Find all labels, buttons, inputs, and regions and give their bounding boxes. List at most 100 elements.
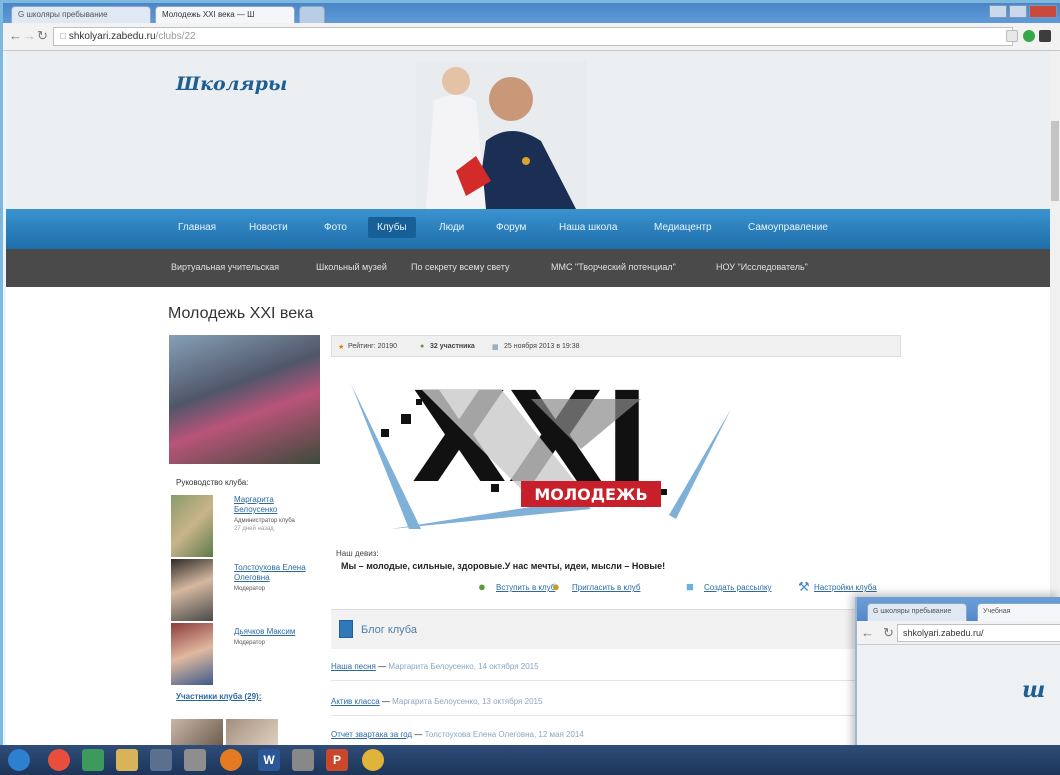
member-avatar[interactable] <box>226 719 278 748</box>
subnav-item-mms[interactable]: ММС "Творческий потенциал" <box>551 262 676 272</box>
leader-name-link[interactable]: Маргарита Белоусенко <box>234 495 304 515</box>
divider <box>331 715 901 716</box>
leader-role: Модератор <box>234 640 266 646</box>
club-info-bar: ★ Рейтинг: 20190 ● 32 участника ▦ 25 ноя… <box>331 335 901 357</box>
window-controls <box>989 5 1057 18</box>
forward-arrow-icon[interactable]: → <box>23 28 36 43</box>
overlay-url-input[interactable]: shkolyari.zabedu.ru/ <box>897 624 1060 642</box>
tab-club-page[interactable]: Молодежь XXI века — Ш <box>155 6 295 23</box>
overlay-url-text: shkolyari.zabedu.ru/ <box>903 628 984 638</box>
nav-item-forum[interactable]: Форум <box>496 222 526 233</box>
invite-icon: ● <box>552 579 560 594</box>
members-link[interactable]: Участники клуба (29): <box>176 692 261 701</box>
main-navigation: Главная Новости Фото Клубы Люди Форум На… <box>6 209 1060 249</box>
leader-name-link[interactable]: Дьячков Максим <box>234 627 314 637</box>
nav-item-photo[interactable]: Фото <box>324 222 347 233</box>
chrome-active-taskbar-icon[interactable] <box>362 749 384 771</box>
subnav-item-nou[interactable]: НОУ "Исследователь" <box>716 262 808 272</box>
club-photo <box>169 335 320 464</box>
mailing-icon: ■ <box>686 579 694 594</box>
nav-item-our-school[interactable]: Наша школа <box>559 222 617 233</box>
join-club-icon: ● <box>478 579 486 594</box>
site-logo[interactable]: Школяры <box>176 73 287 95</box>
nav-item-media-center[interactable]: Медиацентр <box>654 222 712 233</box>
blog-title[interactable]: Блог клуба <box>361 624 417 636</box>
overlay-tab-active[interactable]: Учебная <box>977 603 1060 621</box>
extension-icon[interactable] <box>1023 30 1035 42</box>
url-path: /clubs/22 <box>155 31 196 42</box>
participants-icon: ● <box>420 343 425 350</box>
media-taskbar-icon[interactable] <box>150 749 172 771</box>
word-taskbar-icon[interactable]: W <box>258 749 280 771</box>
back-arrow-icon[interactable]: ← <box>861 625 874 640</box>
blog-post-meta: Маргарита Белоусенко, 13 октября 2015 <box>392 697 543 706</box>
tab-search[interactable]: G школяры пребывание <box>11 6 151 23</box>
maximize-button[interactable] <box>1009 5 1027 18</box>
new-tab-button[interactable] <box>299 6 325 23</box>
nav-item-people[interactable]: Люди <box>439 222 464 233</box>
subnav-item-secret[interactable]: По секрету всему свету <box>411 262 509 272</box>
subnav-item-school-museum[interactable]: Школьный музей <box>316 262 387 272</box>
app-taskbar-icon[interactable] <box>292 749 314 771</box>
reload-icon[interactable]: ↻ <box>37 28 48 44</box>
back-arrow-icon[interactable]: ← <box>9 28 22 43</box>
calendar-icon: ▦ <box>492 344 499 351</box>
leader-role: Администратор клуба <box>234 518 295 524</box>
nav-item-clubs[interactable]: Клубы <box>368 217 416 238</box>
header-photo <box>416 61 586 209</box>
app-taskbar-icon[interactable] <box>184 749 206 771</box>
participants-count[interactable]: 32 участника <box>430 343 475 350</box>
rating-star-icon: ★ <box>338 344 345 351</box>
reload-icon[interactable]: ↻ <box>883 625 894 641</box>
subnav-item-virtual-teachers[interactable]: Виртуальная учительская <box>171 262 279 272</box>
avatar[interactable] <box>171 559 213 621</box>
nav-item-home[interactable]: Главная <box>178 222 216 233</box>
leadership-heading: Руководство клуба: <box>176 478 249 487</box>
overlay-tab-bar: G школяры пребывание Учебная <box>857 597 1060 621</box>
close-button[interactable] <box>1029 5 1057 18</box>
powerpoint-taskbar-icon[interactable]: P <box>326 749 348 771</box>
club-settings-link[interactable]: Настройки клуба <box>814 583 877 592</box>
tab-label: G школяры пребывание <box>18 10 108 19</box>
club-banner-logo: XXI МОЛОДЕЖЬ <box>351 369 731 529</box>
tab-label: Молодежь XXI века — Ш <box>162 10 255 19</box>
explorer-taskbar-icon[interactable] <box>116 749 138 771</box>
blog-post: Отчет звартака за год — Толстоухова Елен… <box>331 730 584 739</box>
nav-item-self-government[interactable]: Самоуправление <box>748 222 828 233</box>
url-host: shkolyari.zabedu.ru <box>68 31 156 42</box>
invite-link[interactable]: Пригласить в клуб <box>572 583 640 592</box>
firefox-taskbar-icon[interactable] <box>220 749 242 771</box>
scrollbar-thumb[interactable] <box>1051 121 1059 201</box>
os-taskbar: W P <box>0 745 1060 775</box>
blog-post-title[interactable]: Актив класса <box>331 697 380 706</box>
club-sub-navigation: Виртуальная учительская Школьный музей П… <box>6 249 1060 287</box>
extension-badge-icon[interactable] <box>1039 30 1051 42</box>
tab-label: Учебная <box>983 608 1011 615</box>
blog-header: Блог клуба <box>331 609 901 649</box>
page-icon: □ <box>60 31 69 42</box>
bookmark-star-icon[interactable] <box>1006 30 1018 42</box>
avatar[interactable] <box>171 623 213 685</box>
overlay-address-bar: ← ↻ shkolyari.zabedu.ru/ <box>857 621 1060 645</box>
tab-label: G школяры пребывание <box>873 608 952 615</box>
leader-last-seen: 27 дней назад <box>234 526 274 532</box>
member-avatar[interactable] <box>171 719 223 748</box>
chrome-taskbar-icon[interactable] <box>48 749 70 771</box>
blog-post-title[interactable]: Наша песня <box>331 662 376 671</box>
join-club-link[interactable]: Вступить в клуб <box>496 583 555 592</box>
start-button[interactable] <box>8 749 30 771</box>
leader-name-link[interactable]: Толстоухова Елена Олеговна <box>234 563 314 583</box>
avatar[interactable] <box>171 495 213 557</box>
settings-tool-icon: ⚒ <box>798 579 810 594</box>
blog-post-meta: Маргарита Белоусенко, 14 октября 2015 <box>388 662 539 671</box>
minimize-button[interactable] <box>989 5 1007 18</box>
nav-item-news[interactable]: Новости <box>249 222 288 233</box>
site-header: Школяры <box>6 51 1060 209</box>
overlay-tab[interactable]: G школяры пребывание <box>867 603 967 621</box>
app-taskbar-icon[interactable] <box>82 749 104 771</box>
blog-post-title[interactable]: Отчет звартака за год <box>331 730 412 739</box>
created-date: 25 ноября 2013 в 19:38 <box>504 343 580 350</box>
url-input[interactable]: □ shkolyari.zabedu.ru/clubs/22 <box>53 27 1013 46</box>
create-mailing-link[interactable]: Создать рассылку <box>704 583 772 592</box>
leader-role: Модератор <box>234 586 266 592</box>
